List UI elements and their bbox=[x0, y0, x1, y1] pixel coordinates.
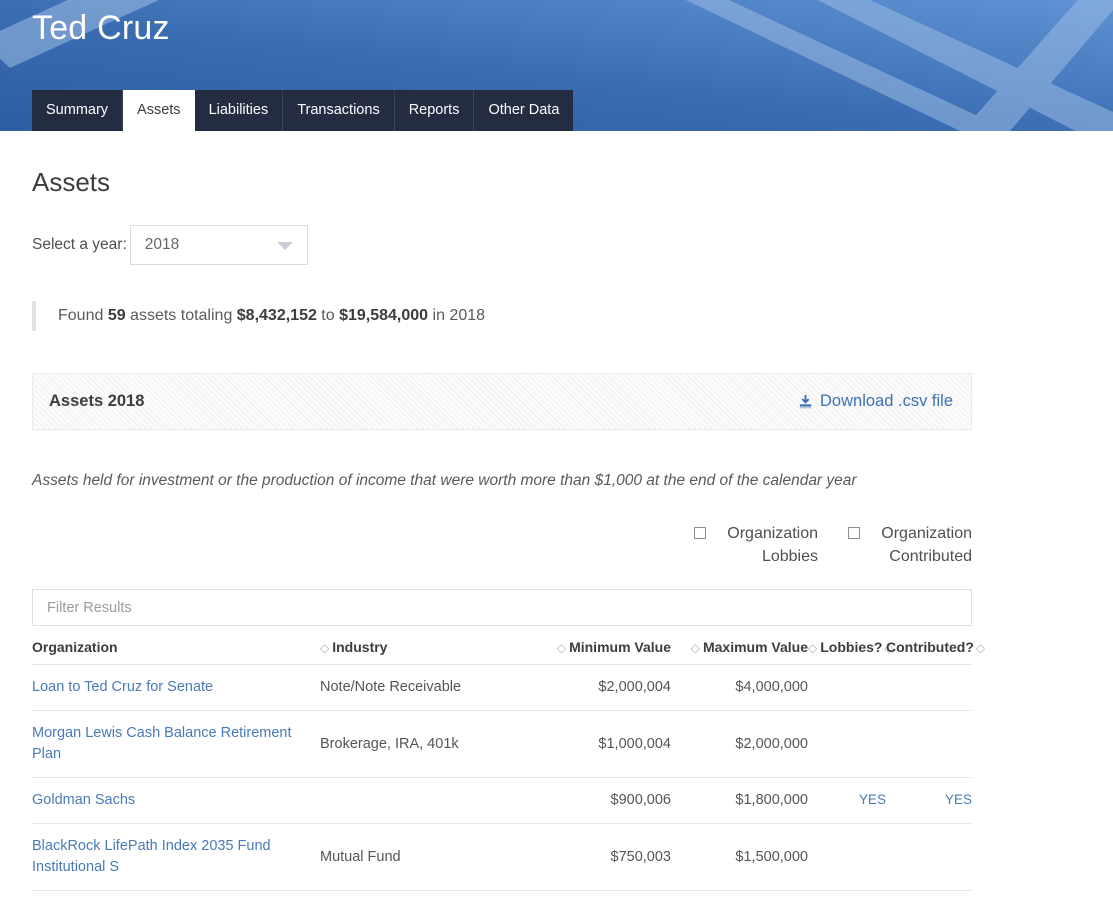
cell-industry: Brokerage, IRA, 401k bbox=[320, 710, 536, 779]
assets-table-body: Loan to Ted Cruz for Senate Note/Note Re… bbox=[32, 664, 972, 892]
column-header-lobbies[interactable]: ◇ Lobbies? ◇ bbox=[808, 639, 894, 666]
main-tab-bar: Summary Assets Liabilities Transactions … bbox=[32, 90, 574, 131]
chevron-down-icon bbox=[276, 242, 293, 251]
table-row: BlackRock LifePath Index 2035 Fund Insti… bbox=[32, 823, 972, 892]
sort-updown-icon[interactable]: ◇ bbox=[557, 641, 566, 655]
summary-mid2: to bbox=[316, 307, 340, 325]
download-icon bbox=[799, 395, 812, 409]
column-header-contributed[interactable]: Contributed? ◇ bbox=[886, 639, 985, 666]
checkbox-organization-contributed[interactable]: Organization Contributed bbox=[848, 522, 972, 568]
lobbies-link[interactable]: YES bbox=[859, 792, 886, 807]
column-header-maximum-value-label: Maximum Value bbox=[702, 639, 808, 656]
column-header-organization[interactable]: Organization bbox=[32, 639, 320, 666]
year-select-label: Select a year: bbox=[32, 236, 127, 254]
cell-industry bbox=[320, 777, 536, 825]
column-header-maximum-value[interactable]: ◇ Maximum Value bbox=[671, 639, 808, 666]
cell-lobbies bbox=[808, 710, 886, 779]
summary-suffix: in 2018 bbox=[428, 307, 486, 325]
checkbox-box-icon[interactable] bbox=[694, 526, 706, 539]
cell-minimum-value: $1,000,004 bbox=[536, 710, 671, 779]
sort-updown-icon[interactable]: ◇ bbox=[808, 641, 817, 655]
tab-other-data[interactable]: Other Data bbox=[474, 90, 574, 131]
year-select[interactable]: 2018 bbox=[129, 225, 308, 266]
page-body: Assets Select a year: 2018 Found 59 asse… bbox=[0, 167, 1113, 892]
cell-organization: Morgan Lewis Cash Balance Retirement Pla… bbox=[32, 710, 320, 779]
cell-maximum-value: $4,000,000 bbox=[671, 664, 808, 712]
page-person-title: Ted Cruz bbox=[32, 9, 170, 47]
assets-panel-header: Assets 2018 Download .csv file bbox=[32, 373, 972, 431]
cell-lobbies bbox=[808, 664, 886, 712]
assets-summary-callout: Found 59 assets totaling $8,432,152 to $… bbox=[32, 301, 972, 332]
cell-maximum-value: $1,500,000 bbox=[671, 823, 808, 892]
column-header-minimum-value-label: Minimum Value bbox=[569, 639, 671, 656]
cell-contributed bbox=[886, 823, 972, 892]
tab-transactions[interactable]: Transactions bbox=[283, 90, 395, 131]
column-header-minimum-value[interactable]: ◇ Minimum Value bbox=[536, 639, 671, 666]
cell-organization: BlackRock LifePath Index 2035 Fund Insti… bbox=[32, 823, 320, 892]
filter-checkbox-row: Organization Lobbies Organization Contri… bbox=[32, 522, 972, 568]
column-header-industry-label: Industry bbox=[332, 639, 388, 656]
summary-min-total: $8,432,152 bbox=[236, 307, 317, 325]
cell-contributed bbox=[886, 664, 972, 712]
organization-link[interactable]: Loan to Ted Cruz for Senate bbox=[32, 679, 213, 695]
table-row: Goldman Sachs $900,006 $1,800,000 YES YE… bbox=[32, 777, 972, 825]
checkbox-organization-contributed-label: Organization Contributed bbox=[881, 524, 972, 566]
panel-title: Assets 2018 bbox=[49, 392, 145, 411]
content-container: Assets Select a year: 2018 Found 59 asse… bbox=[32, 167, 985, 892]
table-row: Morgan Lewis Cash Balance Retirement Pla… bbox=[32, 710, 972, 779]
cell-maximum-value: $1,800,000 bbox=[671, 777, 808, 825]
checkbox-organization-lobbies[interactable]: Organization Lobbies bbox=[694, 522, 818, 568]
year-selector-row: Select a year: 2018 bbox=[32, 225, 972, 266]
page-title: Assets bbox=[32, 167, 111, 197]
organization-link[interactable]: BlackRock LifePath Index 2035 Fund Insti… bbox=[32, 838, 271, 875]
cell-contributed: YES bbox=[886, 777, 972, 825]
sort-updown-icon[interactable]: ◇ bbox=[976, 641, 985, 655]
year-select-value: 2018 bbox=[144, 236, 180, 254]
tab-assets[interactable]: Assets bbox=[123, 90, 195, 131]
tab-summary[interactable]: Summary bbox=[32, 90, 124, 131]
column-header-contributed-label: Contributed? bbox=[886, 639, 974, 656]
cell-contributed bbox=[886, 710, 972, 779]
organization-link[interactable]: Morgan Lewis Cash Balance Retirement Pla… bbox=[32, 725, 292, 762]
cell-industry: Note/Note Receivable bbox=[320, 664, 536, 712]
tab-reports[interactable]: Reports bbox=[394, 90, 475, 131]
organization-link[interactable]: Goldman Sachs bbox=[32, 792, 135, 808]
cell-minimum-value: $900,006 bbox=[536, 777, 671, 825]
cell-lobbies bbox=[808, 823, 886, 892]
contributed-link[interactable]: YES bbox=[945, 792, 972, 807]
column-header-lobbies-label: Lobbies? bbox=[820, 639, 883, 656]
cell-organization: Loan to Ted Cruz for Senate bbox=[32, 664, 320, 712]
assets-definition-note: Assets held for investment or the produc… bbox=[32, 472, 857, 490]
sort-updown-icon[interactable]: ◇ bbox=[691, 641, 700, 655]
column-header-organization-label: Organization bbox=[32, 639, 118, 656]
cell-minimum-value: $750,003 bbox=[536, 823, 671, 892]
cell-maximum-value: $2,000,000 bbox=[671, 710, 808, 779]
table-row: Loan to Ted Cruz for Senate Note/Note Re… bbox=[32, 664, 972, 712]
tab-liabilities[interactable]: Liabilities bbox=[194, 90, 284, 131]
assets-table-head: Organization ◇ Industry ◇ Minimum Value ◇ M… bbox=[32, 639, 985, 666]
cell-industry: Mutual Fund bbox=[320, 823, 536, 892]
site-masthead: Ted Cruz Summary Assets Liabilities Tran… bbox=[0, 0, 1113, 131]
checkbox-organization-lobbies-label: Organization Lobbies bbox=[727, 524, 818, 566]
assets-table: Organization ◇ Industry ◇ Minimum Value ◇ M… bbox=[32, 639, 985, 892]
summary-prefix: Found bbox=[58, 307, 108, 325]
summary-count: 59 bbox=[107, 307, 126, 325]
summary-mid1: assets totaling bbox=[125, 307, 237, 325]
cell-organization: Goldman Sachs bbox=[32, 777, 320, 825]
column-header-industry[interactable]: ◇ Industry bbox=[320, 639, 536, 666]
download-csv-label: Download .csv file bbox=[820, 392, 953, 411]
sort-updown-icon[interactable]: ◇ bbox=[320, 641, 329, 655]
cell-minimum-value: $2,000,004 bbox=[536, 664, 671, 712]
download-csv-link[interactable]: Download .csv file bbox=[798, 392, 953, 411]
filter-results-input[interactable] bbox=[32, 589, 972, 627]
summary-max-total: $19,584,000 bbox=[339, 307, 429, 325]
checkbox-box-icon[interactable] bbox=[848, 526, 860, 539]
table-header-row: Organization ◇ Industry ◇ Minimum Value ◇ M… bbox=[32, 639, 985, 666]
cell-lobbies: YES bbox=[808, 777, 886, 825]
